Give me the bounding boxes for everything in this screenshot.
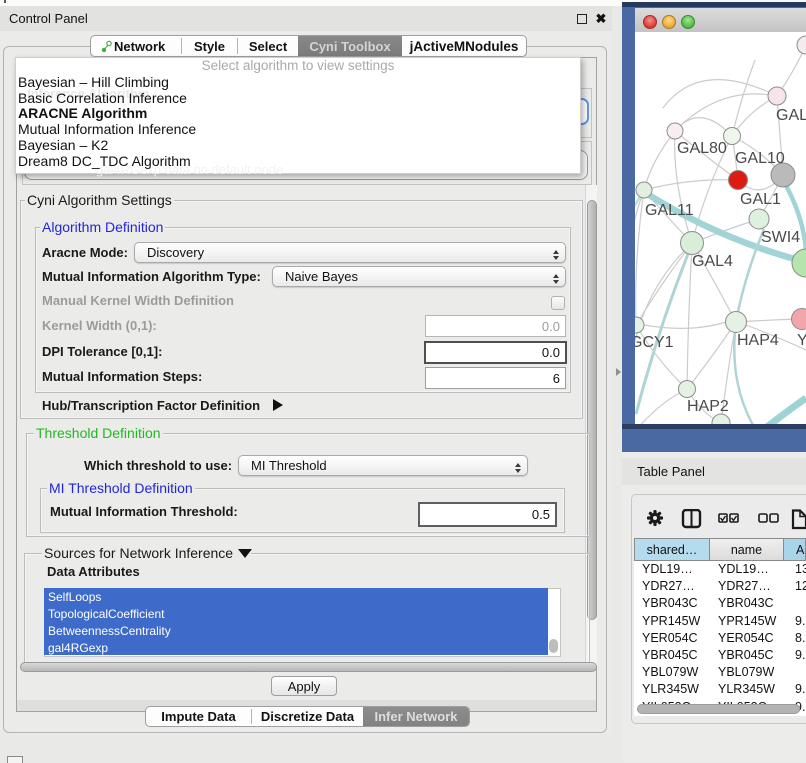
svg-text:HAP4: HAP4 <box>737 332 779 349</box>
svg-text:GAL1: GAL1 <box>740 191 781 208</box>
svg-text:GAL10: GAL10 <box>735 150 785 167</box>
svg-text:GAL80: GAL80 <box>677 140 727 157</box>
svg-text:SWI4: SWI4 <box>761 229 800 246</box>
svg-text:HAP2: HAP2 <box>687 398 729 415</box>
svg-text:GAL11: GAL11 <box>645 202 694 219</box>
svg-text:GCY1: GCY1 <box>635 334 674 351</box>
svg-text:Y: Y <box>797 332 806 349</box>
svg-text:GAL: GAL <box>776 107 806 124</box>
svg-text:GAL4: GAL4 <box>692 253 733 270</box>
